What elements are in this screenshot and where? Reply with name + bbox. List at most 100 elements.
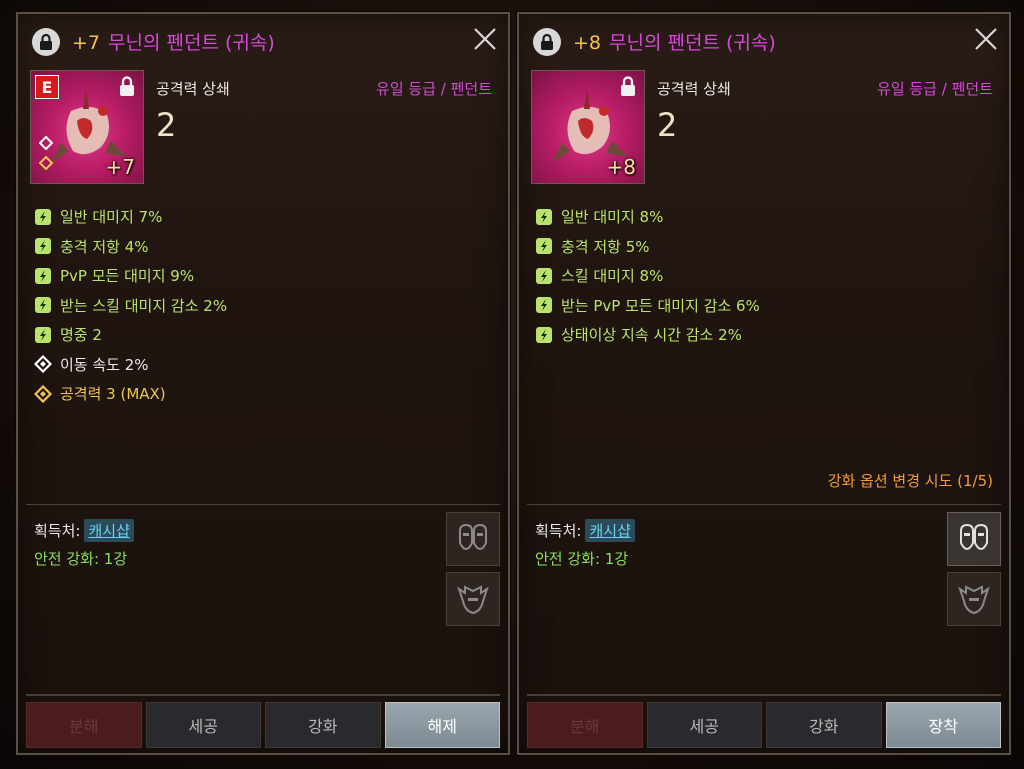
compare-button[interactable] [947,512,1001,566]
green-rune-icon [35,208,51,225]
icon-enhance-level: +8 [606,155,636,179]
stat-row: PvP 모든 대미지 9% [34,261,494,291]
enhance-level: +7 [72,32,101,54]
lock-icon [618,75,638,101]
helmet-icon [457,585,489,615]
item-title: +8 무닌의 펜던트 (귀속) [573,28,776,55]
green-rune-icon [536,238,552,255]
disassemble-button[interactable]: 분해 [527,702,643,748]
cash-shop-link[interactable]: 캐시샵 [84,518,134,542]
item-name: 무닌의 펜던트 (귀속) [609,32,776,54]
stat-row: 받는 PvP 모든 대미지 감소 6% [535,291,995,321]
tooltip-header: +7 무닌의 펜던트 (귀속) [18,14,508,70]
craft-button[interactable]: 세공 [145,702,261,748]
stat-text: 받는 스킬 대미지 감소 2% [60,296,228,315]
tooltip-header: +8 무닌의 펜던트 (귀속) [519,14,1009,70]
helmet-icon [958,585,990,615]
divider [26,504,500,505]
stat-text: 충격 저항 5% [561,237,650,256]
enhance-level: +8 [573,32,602,54]
green-rune-icon [35,238,51,255]
lock-icon [117,75,137,101]
source-label: 획득처: [535,521,582,540]
compare-button[interactable] [446,512,500,566]
item-level: 2 [657,106,678,144]
stat-row: 일반 대미지 7% [34,202,494,232]
stat-row: 명중 2 [34,320,494,350]
item-info: 획득처: 캐시샵 안전 강화: 1강 [535,516,635,572]
stat-text: 공격력 3 (MAX) [60,385,166,404]
craft-button[interactable]: 세공 [646,702,762,748]
lock-icon[interactable] [32,28,60,56]
stat-text: 스킬 대미지 8% [561,267,664,286]
green-rune-icon [536,326,552,343]
stat-list: 일반 대미지 8% 충격 저항 5% 스킬 대미지 8% 받는 PvP 모든 대… [535,202,995,350]
stat-text: 충격 저항 4% [60,237,149,256]
item-type: 공격력 상쇄 [156,80,230,98]
enhance-button[interactable]: 강화 [766,702,882,748]
stat-row: 이동 속도 2% [34,350,494,380]
source-row: 획득처: 캐시샵 [34,516,134,544]
source-label: 획득처: [34,521,81,540]
stat-row: 일반 대미지 8% [535,202,995,232]
icon-enhance-level: +7 [105,155,135,179]
stat-list: 일반 대미지 7% 충격 저항 4% PvP 모든 대미지 9% 받는 스킬 대… [34,202,494,409]
equipment-button[interactable] [446,572,500,626]
compare-helmets-icon [459,523,487,551]
gold-diamond-icon [34,384,52,403]
equipment-button[interactable] [947,572,1001,626]
item-info: 획득처: 캐시샵 안전 강화: 1강 [34,516,134,572]
white-diamond-icon [38,135,54,154]
green-rune-icon [536,297,552,314]
stat-row: 받는 스킬 대미지 감소 2% [34,291,494,321]
equip-button[interactable]: 장착 [885,702,1001,748]
stat-text: 일반 대미지 7% [60,208,163,227]
item-grade: 유일 등급 / 펜던트 [877,80,993,98]
stat-text: PvP 모든 대미지 9% [60,267,195,286]
item-icon: E +7 [30,70,144,184]
action-buttons: 분해 세공 강화 장착 [527,702,1001,748]
bottom-divider [26,694,500,696]
green-rune-icon [35,326,51,343]
stat-text: 일반 대미지 8% [561,208,664,227]
stat-row: 스킬 대미지 8% [535,261,995,291]
gold-diamond-icon [38,155,54,174]
stat-text: 명중 2 [60,326,102,345]
item-title: +7 무닌의 펜던트 (귀속) [72,28,275,55]
item-icon: +8 [531,70,645,184]
source-row: 획득처: 캐시샵 [535,516,635,544]
safe-enhance: 안전 강화: 1강 [535,549,629,568]
close-icon[interactable] [472,26,498,52]
item-tooltip-left: +7 무닌의 펜던트 (귀속) E +7 공격력 상쇄 유일 등급 / 펜던트 2 [16,12,510,755]
divider [527,504,1001,505]
stat-text: 이동 속도 2% [60,355,149,374]
green-rune-icon [35,297,51,314]
stat-row: 상태이상 지속 시간 감소 2% [535,320,995,350]
green-rune-icon [35,267,51,284]
white-diamond-icon [34,355,52,374]
item-tooltip-right: +8 무닌의 펜던트 (귀속) +8 공격력 상쇄 유일 등급 / 펜던트 2 일… [517,12,1011,755]
stat-row: 충격 저항 5% [535,232,995,262]
action-buttons: 분해 세공 강화 해제 [26,702,500,748]
item-type: 공격력 상쇄 [657,80,731,98]
item-level: 2 [156,106,177,144]
unequip-button[interactable]: 해제 [384,702,500,748]
stat-row: 공격력 3 (MAX) [34,379,494,409]
safe-enhance: 안전 강화: 1강 [34,549,128,568]
green-rune-icon [536,267,552,284]
item-grade: 유일 등급 / 펜던트 [376,80,492,98]
stat-text: 받는 PvP 모든 대미지 감소 6% [561,296,760,315]
enhance-button[interactable]: 강화 [265,702,381,748]
close-icon[interactable] [973,26,999,52]
stat-text: 상태이상 지속 시간 감소 2% [561,326,742,345]
item-name: 무닌의 펜던트 (귀속) [108,32,275,54]
bottom-divider [527,694,1001,696]
lock-icon[interactable] [533,28,561,56]
grade-badge: E [35,75,59,99]
disassemble-button[interactable]: 분해 [26,702,142,748]
compare-helmets-icon [960,523,988,551]
cash-shop-link[interactable]: 캐시샵 [585,518,635,542]
reroll-attempts: 강화 옵션 변경 시도 (1/5) [827,472,993,490]
stat-row: 충격 저항 4% [34,232,494,262]
green-rune-icon [536,208,552,225]
